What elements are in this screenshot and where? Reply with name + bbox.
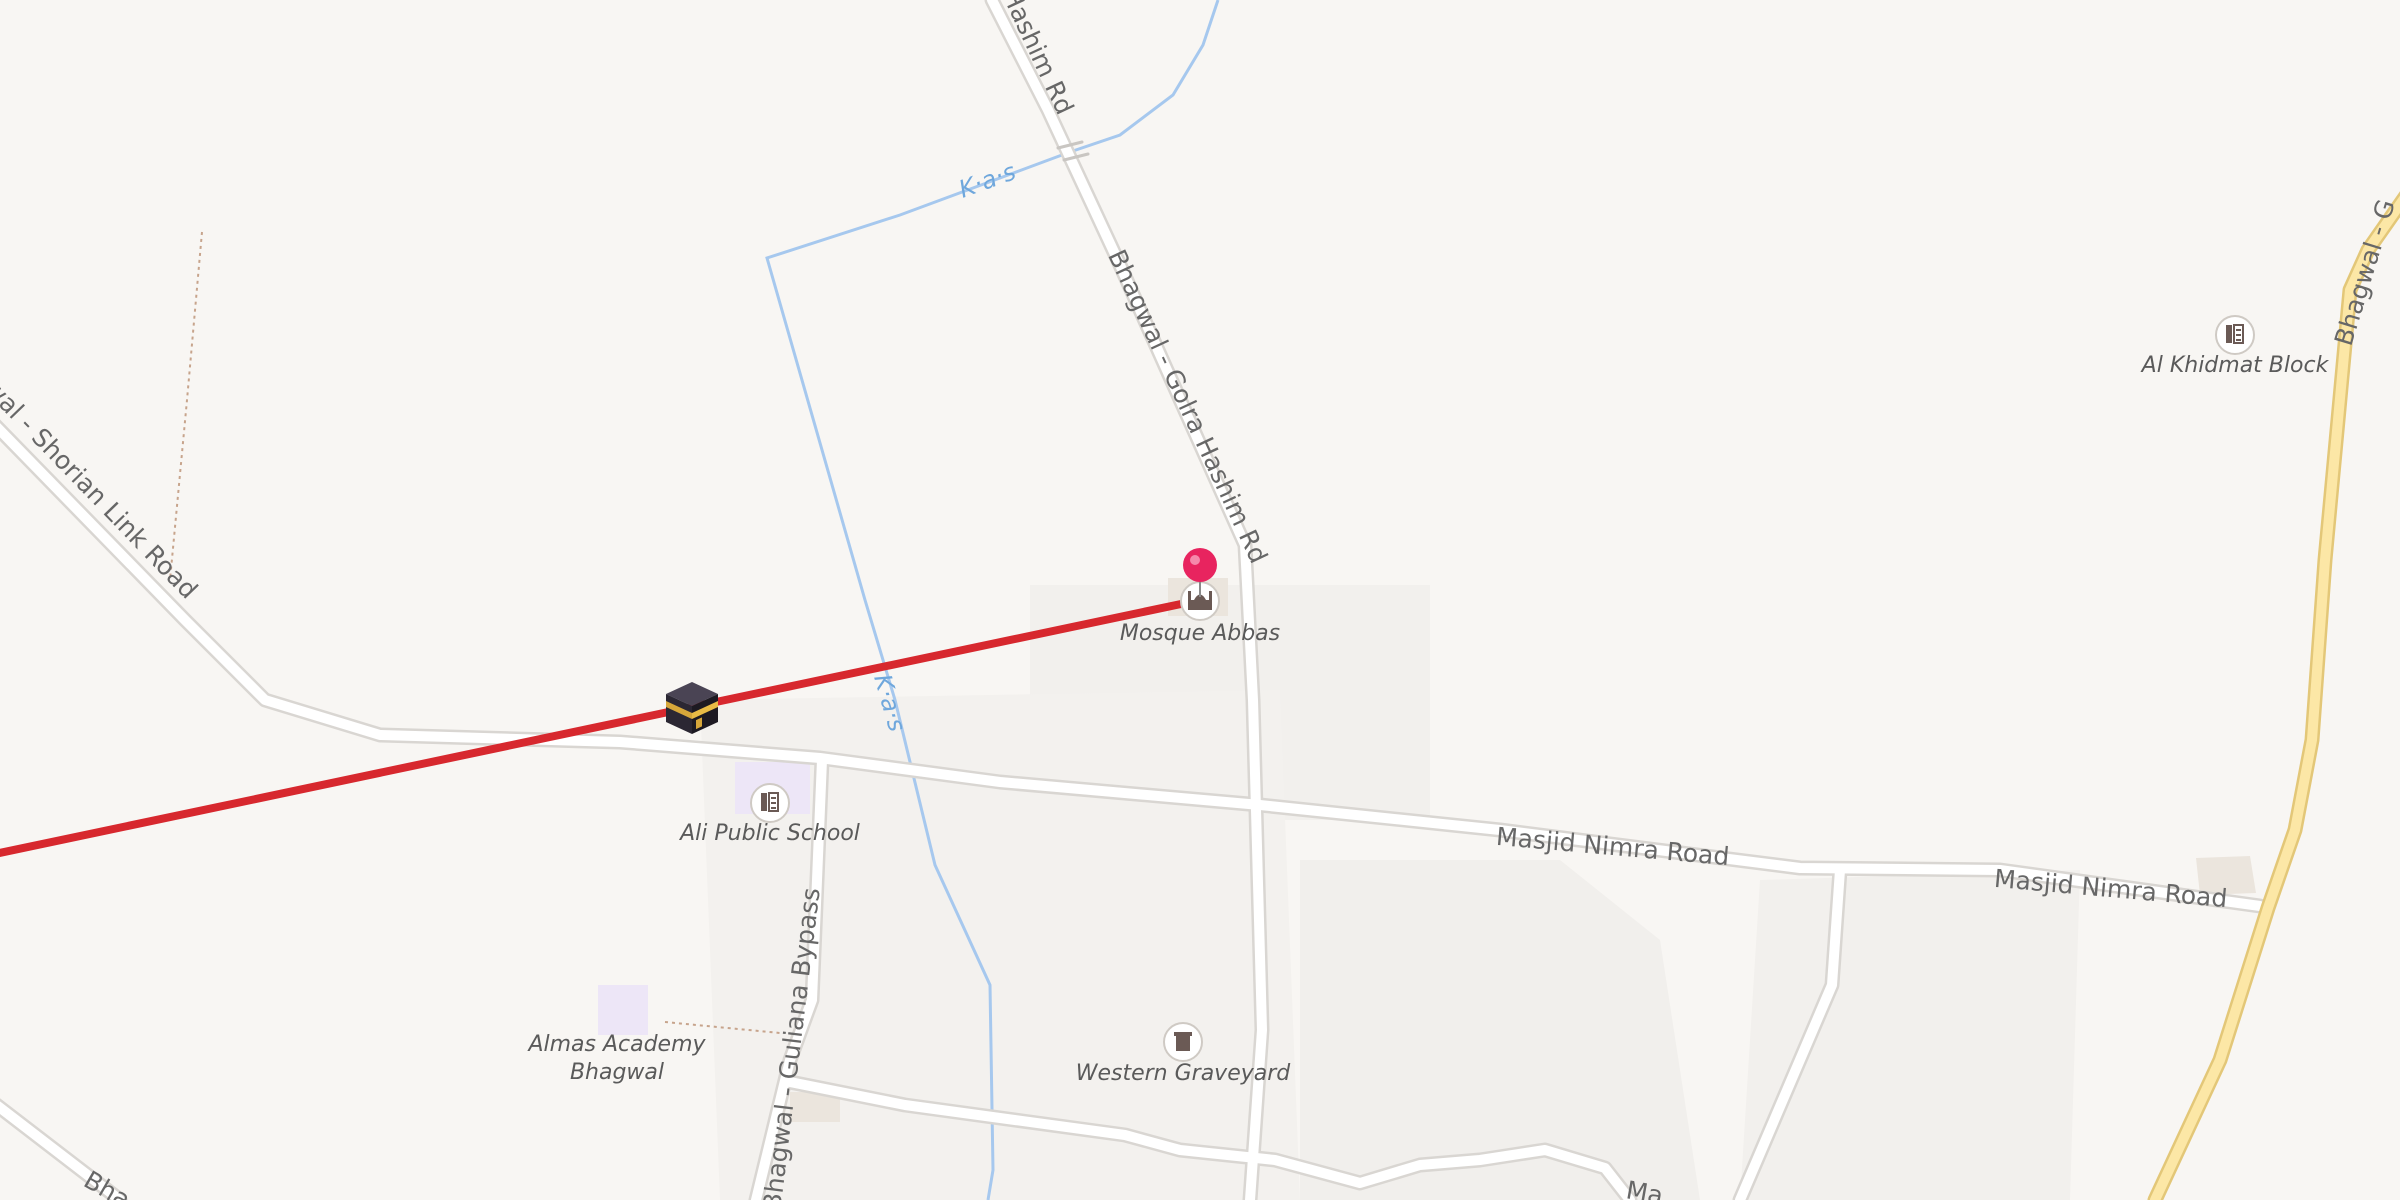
school-icon — [750, 783, 790, 823]
graveyard-icon — [1163, 1022, 1203, 1062]
school-label: Ali Public School — [678, 821, 860, 846]
academy-area — [598, 985, 648, 1035]
academy-label-line2: Bhagwal — [570, 1060, 664, 1085]
road-label-golra-main: Bhagwal - Golra Hashim Rd — [1102, 245, 1273, 568]
building-icon — [2215, 315, 2255, 355]
academy-poi[interactable]: Almas Academy Bhagwal — [526, 1032, 706, 1085]
mosque-label: Mosque Abbas — [1120, 621, 1280, 646]
khidmat-label: Al Khidmat Block — [2140, 353, 2330, 378]
highway — [2147, 191, 2400, 1200]
map-canvas[interactable]: Hashim Rd Bhagwal - Golra Hashim Rd wal … — [0, 0, 2400, 1200]
water-labels: K·a·s K·a·s — [868, 157, 1019, 734]
footpaths — [169, 231, 781, 1034]
academy-label-line1: Almas Academy — [526, 1032, 706, 1057]
khidmat-poi[interactable]: Al Khidmat Block — [2140, 315, 2330, 378]
graveyard-label: Western Graveyard — [1076, 1061, 1292, 1086]
road-label-right-highway: Bhagwal - G — [2329, 196, 2400, 349]
canal-label-1: K·a·s — [955, 157, 1019, 203]
road-label-shorian: wal - Shorian Link Road — [0, 374, 203, 605]
